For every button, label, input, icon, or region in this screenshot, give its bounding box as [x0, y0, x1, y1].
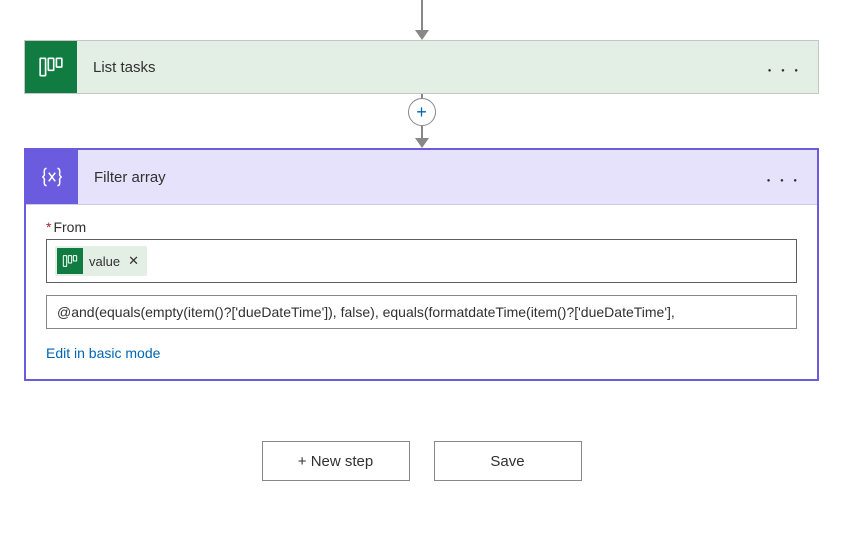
step-list-tasks-title: List tasks: [77, 59, 752, 76]
edit-basic-mode-link[interactable]: Edit in basic mode: [46, 345, 160, 361]
from-token-value[interactable]: value ✕: [55, 246, 147, 276]
step-filter-array-title: Filter array: [78, 169, 751, 186]
planner-board-icon: [25, 41, 77, 93]
from-token-remove[interactable]: ✕: [126, 253, 141, 269]
braces-variable-icon: [26, 150, 78, 204]
connector-add-between: +: [24, 94, 819, 148]
new-step-button[interactable]: + New step: [262, 441, 410, 481]
step-filter-array: Filter array * From: [24, 148, 819, 381]
step-filter-array-header[interactable]: Filter array: [26, 150, 817, 205]
save-button[interactable]: Save: [434, 441, 582, 481]
step-list-tasks-menu[interactable]: [752, 59, 818, 75]
required-asterisk: *: [46, 219, 51, 235]
insert-step-button[interactable]: +: [408, 98, 436, 126]
planner-board-icon: [57, 248, 83, 274]
condition-expression-input[interactable]: @and(equals(empty(item()?['dueDateTime']…: [46, 295, 797, 329]
from-input[interactable]: value ✕: [46, 239, 797, 283]
from-field-label: From: [53, 219, 86, 235]
step-filter-array-menu[interactable]: [751, 169, 817, 185]
from-token-label: value: [89, 254, 120, 269]
step-list-tasks[interactable]: List tasks: [24, 40, 819, 94]
